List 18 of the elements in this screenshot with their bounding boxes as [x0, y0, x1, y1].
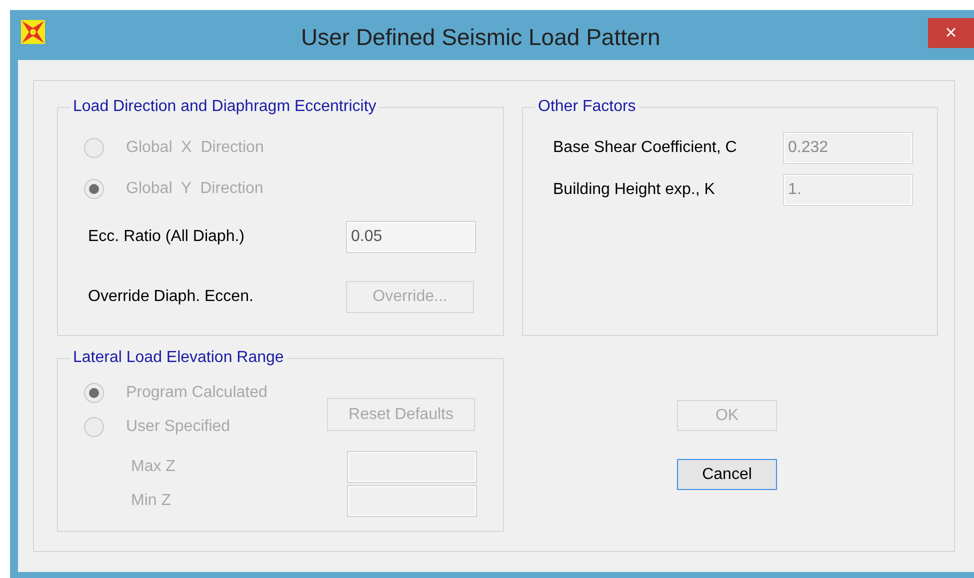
- window-title: User Defined Seismic Load Pattern: [301, 23, 660, 52]
- group-title: Load Direction and Diaphragm Eccentricity: [72, 97, 378, 117]
- field-label: Base Shear Coefficient, C: [553, 138, 738, 158]
- ecc-ratio-field[interactable]: 0.05: [346, 221, 476, 253]
- dialog-button[interactable]: Cancel: [677, 459, 777, 490]
- radio-label: Global X Direction: [126, 138, 264, 158]
- close-button[interactable]: ×: [928, 18, 974, 48]
- field-label: Ecc. Ratio (All Diaph.): [88, 227, 246, 247]
- group-title: Other Factors: [537, 97, 637, 117]
- group-title: Lateral Load Elevation Range: [72, 348, 285, 368]
- radio-label: Program Calculated: [126, 383, 268, 403]
- app-logo-icon: [20, 19, 46, 45]
- radio-label: User Specified: [126, 417, 230, 437]
- field-label: Building Height exp., K: [553, 180, 716, 200]
- field-label: Override Diaph. Eccen.: [88, 287, 254, 307]
- radio-label: Global Y Direction: [126, 178, 264, 198]
- field-label: Max Z: [131, 457, 176, 477]
- field-label: Min Z: [131, 491, 172, 511]
